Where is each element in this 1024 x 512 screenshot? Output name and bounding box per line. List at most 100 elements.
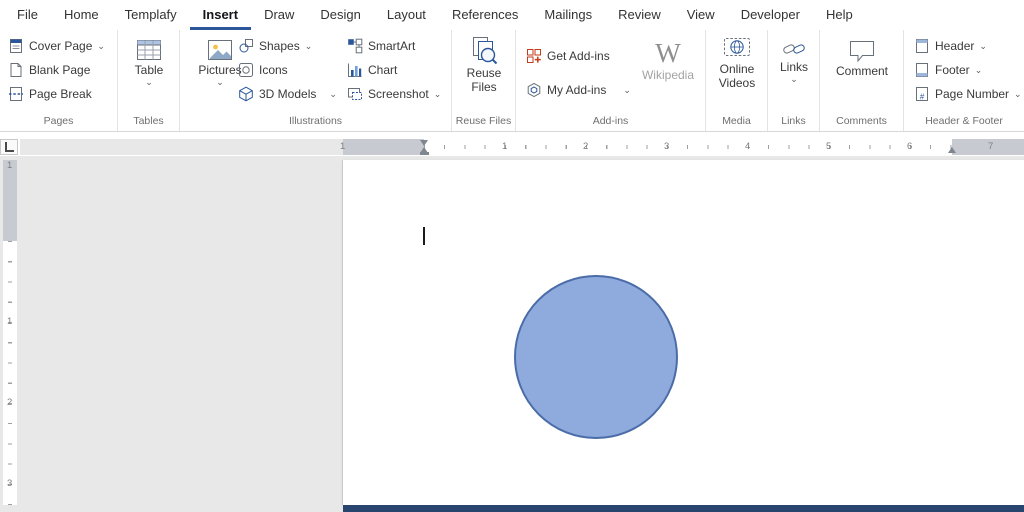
online-videos-icon — [724, 38, 750, 56]
ruler-number: 4 — [745, 141, 751, 152]
tab-insert[interactable]: Insert — [189, 0, 252, 30]
my-add-ins-button[interactable]: My Add-ins ⌄ — [526, 80, 631, 100]
blank-page-button[interactable]: Blank Page — [8, 60, 90, 80]
horizontal-ruler[interactable]: 1 1 2 3 4 5 6 7 — [20, 139, 1024, 155]
group-label-media: Media — [722, 115, 751, 127]
online-videos-button[interactable]: Online Videos — [715, 36, 759, 90]
right-indent-marker[interactable] — [947, 147, 956, 153]
ruler-number: 6 — [907, 141, 913, 152]
get-add-ins-button[interactable]: Get Add-ins — [526, 46, 610, 66]
links-icon — [783, 44, 805, 54]
header-icon — [916, 39, 928, 53]
page-break-button[interactable]: Page Break — [8, 84, 92, 104]
reuse-files-icon — [473, 37, 498, 65]
smartart-button[interactable]: SmartArt — [347, 36, 415, 56]
tab-selector[interactable] — [0, 139, 18, 155]
tab-view[interactable]: View — [674, 0, 728, 30]
tab-templafy[interactable]: Templafy — [112, 0, 190, 30]
shapes-icon — [239, 39, 253, 53]
3d-models-icon — [239, 86, 253, 102]
comment-button[interactable]: Comment — [834, 38, 890, 78]
screenshot-icon — [348, 88, 362, 100]
wikipedia-icon: W — [655, 38, 681, 68]
chevron-down-icon: ⌄ — [216, 77, 224, 87]
cover-page-button[interactable]: Cover Page ⌄ — [8, 36, 105, 56]
svg-text:#: # — [920, 93, 925, 102]
chevron-down-icon: ⌄ — [145, 77, 153, 87]
reuse-files-label-line2: Files — [471, 80, 497, 94]
group-header-footer: Header ⌄ Footer ⌄ # Page Number ⌄ Header… — [904, 30, 1024, 131]
status-bar — [343, 505, 1024, 512]
ruler-number: 1 — [7, 160, 13, 171]
tab-review[interactable]: Review — [605, 0, 674, 30]
pictures-icon — [208, 40, 232, 60]
ruler-number: 1 — [502, 141, 508, 152]
chart-icon — [348, 63, 362, 77]
table-label: Table — [134, 63, 164, 77]
shapes-button[interactable]: Shapes ⌄ — [238, 36, 312, 56]
cover-page-icon — [10, 39, 22, 53]
group-label-add-ins: Add-ins — [592, 115, 629, 127]
ruler-number: 5 — [826, 141, 832, 152]
text-cursor — [423, 227, 425, 245]
page-number-button[interactable]: # Page Number ⌄ — [914, 84, 1022, 104]
page-number-icon: # — [916, 87, 928, 102]
reuse-files-button[interactable]: Reuse Files — [462, 36, 506, 94]
screenshot-label: Screenshot — [368, 87, 429, 101]
comment-icon — [850, 41, 874, 63]
group-label-reuse-files: Reuse Files — [455, 115, 512, 127]
chart-label: Chart — [368, 63, 398, 77]
group-illustrations: Pictures ⌄ Shapes ⌄ Icons 3D Models ⌄ Sm… — [180, 30, 452, 131]
tab-stop-icon — [4, 142, 14, 152]
screenshot-button[interactable]: Screenshot ⌄ — [347, 84, 441, 104]
tab-developer[interactable]: Developer — [728, 0, 813, 30]
group-label-illustrations: Illustrations — [288, 115, 343, 127]
footer-button[interactable]: Footer ⌄ — [914, 60, 982, 80]
tab-mailings[interactable]: Mailings — [531, 0, 605, 30]
icons-button[interactable]: Icons — [238, 60, 288, 80]
table-button[interactable]: Table ⌄ — [129, 37, 169, 87]
document-page[interactable] — [343, 160, 1024, 505]
group-comments: Comment Comments — [820, 30, 904, 131]
page-number-label: Page Number — [935, 87, 1010, 101]
wikipedia-button[interactable]: W Wikipedia — [640, 38, 696, 82]
tab-file[interactable]: File — [4, 0, 51, 30]
shapes-label: Shapes — [259, 39, 300, 53]
icons-label: Icons — [259, 63, 288, 77]
tab-references[interactable]: References — [439, 0, 531, 30]
online-videos-label-line1: Online — [719, 62, 755, 76]
tab-layout[interactable]: Layout — [374, 0, 439, 30]
reuse-files-label-line1: Reuse — [466, 66, 502, 80]
tab-help[interactable]: Help — [813, 0, 866, 30]
header-button[interactable]: Header ⌄ — [914, 36, 987, 56]
page-break-label: Page Break — [29, 87, 92, 101]
footer-icon — [916, 63, 928, 77]
3d-models-button[interactable]: 3D Models ⌄ — [238, 84, 337, 104]
get-add-ins-icon — [527, 49, 541, 63]
group-label-header-footer: Header & Footer — [925, 115, 1003, 127]
3d-models-label: 3D Models — [259, 87, 317, 101]
cover-page-label: Cover Page — [29, 39, 93, 53]
ribbon: Cover Page ⌄ Blank Page Page Break Pages… — [0, 30, 1024, 132]
page-break-icon — [9, 87, 23, 101]
chevron-down-icon: ⌄ — [97, 40, 105, 51]
ruler-typing-area-vertical — [3, 241, 17, 505]
tab-design[interactable]: Design — [307, 0, 373, 30]
chevron-down-icon: ⌄ — [790, 74, 798, 84]
oval-shape[interactable] — [514, 275, 678, 439]
tab-draw[interactable]: Draw — [251, 0, 307, 30]
chevron-down-icon: ⌄ — [974, 64, 983, 75]
ruler-number: 2 — [583, 141, 589, 152]
chart-button[interactable]: Chart — [347, 60, 397, 80]
ruler-number: 1 — [7, 316, 13, 327]
ruler-number: 2 — [7, 397, 13, 408]
left-indent-marker[interactable] — [419, 152, 429, 155]
vertical-ruler[interactable]: 1 1 2 3 — [3, 160, 17, 505]
links-button[interactable]: Links ⌄ — [776, 38, 812, 84]
first-line-indent-marker[interactable] — [419, 140, 428, 146]
tab-home[interactable]: Home — [51, 0, 112, 30]
chevron-down-icon: ⌄ — [1014, 88, 1022, 99]
get-add-ins-label: Get Add-ins — [547, 49, 610, 63]
group-label-comments: Comments — [836, 115, 887, 127]
ruler-left-margin — [343, 139, 424, 155]
